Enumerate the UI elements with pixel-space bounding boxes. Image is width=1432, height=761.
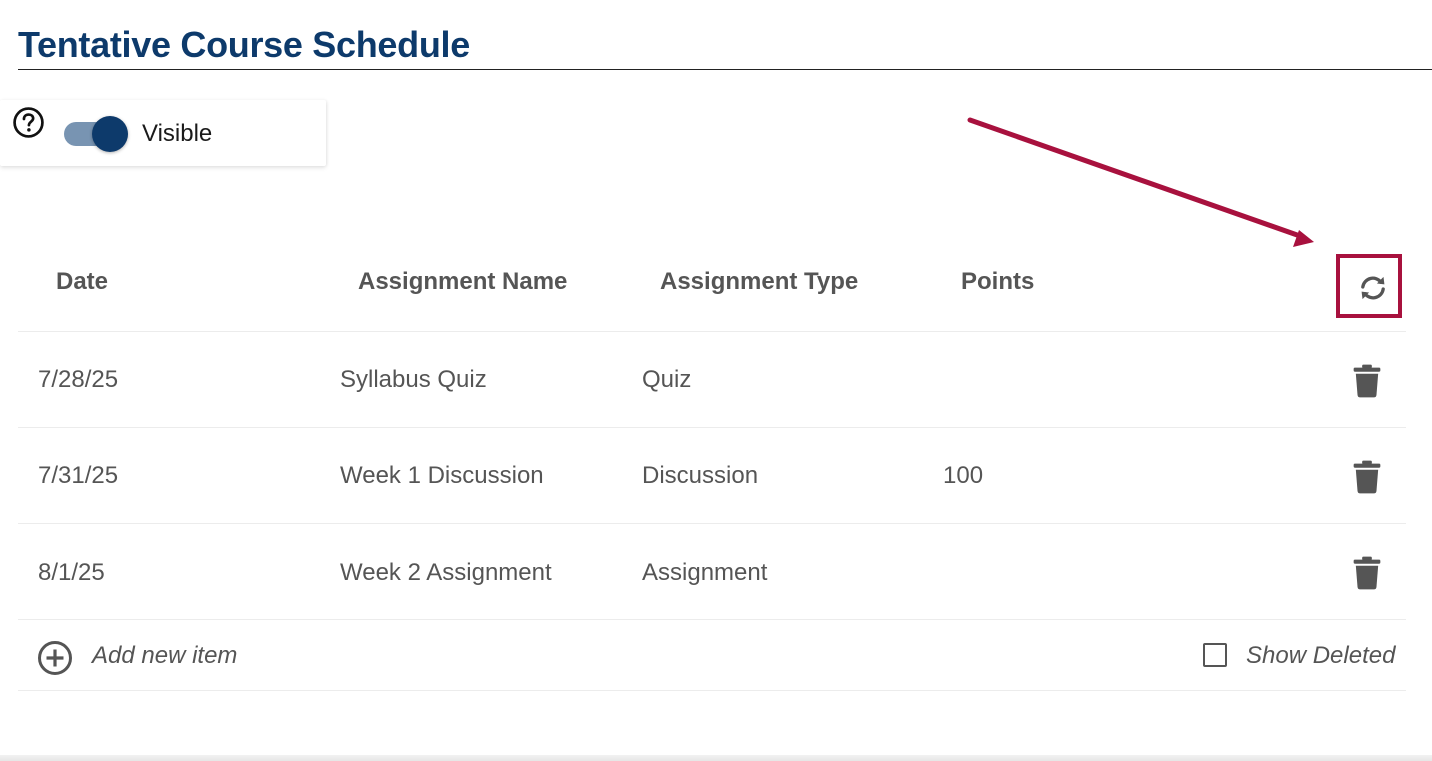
- trash-icon[interactable]: [1352, 364, 1382, 398]
- trash-icon[interactable]: [1352, 460, 1382, 494]
- add-new-item-link[interactable]: Add new item: [92, 642, 237, 670]
- page-title: Tentative Course Schedule: [18, 24, 470, 65]
- bottom-edge: [0, 755, 1432, 761]
- sync-highlight-box: [1336, 254, 1402, 318]
- help-icon[interactable]: [12, 106, 45, 139]
- column-header-date[interactable]: Date: [56, 268, 108, 296]
- footer-divider: [18, 690, 1406, 691]
- cell-assignment-name: Syllabus Quiz: [340, 366, 487, 393]
- sync-icon[interactable]: [1355, 270, 1391, 306]
- visibility-toggle[interactable]: [92, 116, 128, 152]
- column-header-assignment-name[interactable]: Assignment Name: [358, 268, 567, 296]
- title-divider: [18, 69, 1432, 70]
- column-header-assignment-type[interactable]: Assignment Type: [660, 268, 858, 296]
- cell-assignment-name: Week 1 Discussion: [340, 462, 544, 489]
- cell-points: 100: [943, 462, 984, 489]
- show-deleted-checkbox[interactable]: [1203, 643, 1227, 667]
- add-circle-icon[interactable]: [37, 640, 73, 676]
- cell-date: 8/1/25: [38, 559, 105, 586]
- header-divider: [18, 331, 1406, 332]
- cell-assignment-type: Assignment: [642, 559, 768, 586]
- trash-icon[interactable]: [1352, 556, 1382, 590]
- cell-assignment-name: Week 2 Assignment: [340, 559, 552, 586]
- cell-date: 7/31/25: [38, 462, 119, 489]
- visibility-label: Visible: [142, 120, 213, 147]
- row-divider: [18, 427, 1406, 428]
- show-deleted-label[interactable]: Show Deleted: [1246, 642, 1395, 670]
- row-divider: [18, 619, 1406, 620]
- row-divider: [18, 523, 1406, 524]
- cell-assignment-type: Quiz: [642, 366, 692, 393]
- cell-assignment-type: Discussion: [642, 462, 759, 489]
- column-header-points[interactable]: Points: [961, 268, 1034, 296]
- cell-date: 7/28/25: [38, 366, 119, 393]
